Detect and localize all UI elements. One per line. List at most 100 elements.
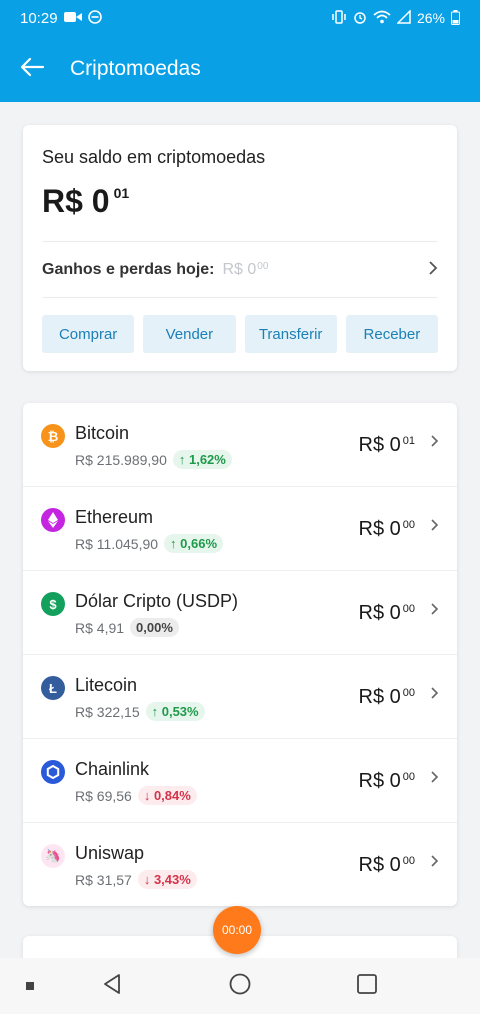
gains-row[interactable]: Ganhos e perdas hoje: R$ 0 00 — [42, 243, 438, 297]
coin-name: Litecoin — [75, 675, 138, 695]
nav-back-button[interactable] — [98, 972, 126, 1000]
status-time: 10:29 — [20, 9, 58, 27]
vibrate-icon — [331, 10, 347, 26]
video-icon — [63, 11, 82, 25]
coin-price: R$ 69,56 — [75, 787, 132, 804]
chevron-right-icon — [430, 852, 439, 873]
list-item-litecoin[interactable]: Ł Litecoin R$ 322,15 ↑ 0,53% R$ 0 00 — [23, 655, 457, 739]
app-bar: Criptomoedas — [0, 36, 480, 102]
square-recents-icon — [356, 973, 378, 1000]
ethereum-icon — [41, 508, 65, 532]
coin-value-cents: 00 — [402, 687, 415, 699]
divider — [42, 241, 438, 242]
nav-menu-button[interactable] — [16, 972, 44, 1000]
coin-value-main: R$ 0 — [358, 770, 401, 792]
back-button[interactable] — [0, 36, 64, 102]
balance-main: R$ 0 — [42, 183, 110, 219]
receive-button[interactable]: Receber — [345, 315, 438, 353]
coin-value-main: R$ 0 — [358, 434, 401, 456]
list-item-bitcoin[interactable]: ₿ Bitcoin R$ 215.989,90 ↑ 1,62% R$ 0 01 — [23, 403, 457, 487]
coin-sub: R$ 31,57 ↓ 3,43% — [75, 870, 197, 889]
coin-sub: R$ 322,15 ↑ 0,53% — [75, 702, 205, 721]
change-badge: ↓ 3,43% — [137, 870, 197, 889]
change-badge: ↓ 0,84% — [137, 786, 197, 805]
chainlink-icon — [41, 760, 65, 784]
uniswap-icon: 🦄 — [41, 844, 65, 868]
list-item-usdp[interactable]: $ Dólar Cripto (USDP) R$ 4,91 0,00% R$ 0… — [23, 571, 457, 655]
balance-card: Seu saldo em criptomoedas R$ 0 01 Ganhos… — [23, 125, 457, 371]
bitcoin-icon: ₿ — [41, 424, 65, 448]
dollar-icon: $ — [41, 592, 65, 616]
chevron-right-icon — [430, 432, 439, 453]
coin-value: R$ 0 00 — [359, 770, 416, 793]
coin-price: R$ 215.989,90 — [75, 451, 167, 468]
coin-sub: R$ 11.045,90 ↑ 0,66% — [75, 534, 224, 553]
coin-price: R$ 31,57 — [75, 871, 132, 888]
coin-sub: R$ 69,56 ↓ 0,84% — [75, 786, 197, 805]
coin-value: R$ 0 00 — [359, 602, 416, 625]
gains-cents: 00 — [257, 261, 269, 272]
coin-value-main: R$ 0 — [358, 518, 401, 540]
coin-name: Uniswap — [75, 843, 145, 863]
triangle-back-icon — [101, 973, 123, 1000]
coin-value: R$ 0 00 — [359, 854, 416, 877]
change-badge: ↑ 0,66% — [164, 534, 224, 553]
chevron-right-icon — [428, 259, 438, 282]
list-item-uniswap[interactable]: 🦄 Uniswap R$ 31,57 ↓ 3,43% R$ 0 00 — [23, 823, 457, 907]
coin-value: R$ 0 00 — [359, 686, 416, 709]
coin-price: R$ 322,15 — [75, 703, 140, 720]
list-item-chainlink[interactable]: Chainlink R$ 69,56 ↓ 0,84% R$ 0 00 — [23, 739, 457, 823]
page-title: Criptomoedas — [70, 57, 201, 80]
coin-name: Chainlink — [75, 759, 150, 779]
chevron-right-icon — [430, 516, 439, 537]
change-badge: 0,00% — [130, 618, 179, 637]
action-buttons: Comprar Vender Transferir Receber — [42, 315, 438, 353]
status-bar: 10:29 26% — [0, 0, 480, 36]
litecoin-icon: Ł — [41, 676, 65, 700]
system-nav-bar — [0, 958, 480, 1014]
circle-home-icon — [229, 973, 251, 1000]
alarm-icon — [353, 10, 367, 26]
coin-value-cents: 00 — [402, 603, 415, 615]
chevron-right-icon — [430, 600, 439, 621]
signal-icon — [396, 9, 411, 26]
change-badge: ↑ 1,62% — [172, 450, 232, 469]
battery-icon — [451, 9, 460, 27]
chevron-right-icon — [430, 768, 439, 789]
coin-value-cents: 00 — [402, 771, 415, 783]
transfer-button[interactable]: Transferir — [244, 315, 337, 353]
wifi-icon — [373, 10, 391, 26]
coin-value-cents: 00 — [402, 855, 415, 867]
coin-value-main: R$ 0 — [358, 686, 401, 708]
coin-value: R$ 0 01 — [359, 434, 416, 457]
divider — [42, 297, 438, 298]
chevron-right-icon — [430, 684, 439, 705]
nav-recents-button[interactable] — [353, 972, 381, 1000]
gains-value: R$ 0 00 — [222, 261, 268, 279]
coin-value-cents: 00 — [402, 519, 415, 531]
balance-value: R$ 0 01 — [42, 183, 129, 220]
coin-name: Bitcoin — [75, 423, 130, 443]
change-badge: ↑ 0,53% — [145, 702, 205, 721]
screen-recorder-timer[interactable]: 00:00 — [213, 906, 261, 954]
arrow-left-icon — [19, 57, 45, 82]
coin-sub: R$ 4,91 0,00% — [75, 618, 179, 637]
coin-value-cents: 01 — [402, 435, 415, 447]
nav-home-button[interactable] — [226, 972, 254, 1000]
crypto-list: ₿ Bitcoin R$ 215.989,90 ↑ 1,62% R$ 0 01 … — [23, 403, 457, 906]
coin-sub: R$ 215.989,90 ↑ 1,62% — [75, 450, 232, 469]
sell-button[interactable]: Vender — [143, 315, 236, 353]
coin-price: R$ 11.045,90 — [75, 535, 159, 552]
gains-label: Ganhos e perdas hoje: — [42, 261, 215, 278]
coin-name: Dólar Cripto (USDP) — [75, 591, 239, 611]
coin-value-main: R$ 0 — [358, 854, 401, 876]
coin-name: Ethereum — [75, 507, 154, 527]
buy-button[interactable]: Comprar — [42, 315, 135, 353]
coin-price: R$ 4,91 — [75, 619, 125, 636]
balance-cents: 01 — [113, 185, 130, 201]
do-not-disturb-icon — [87, 10, 102, 26]
battery-level: 26% — [416, 10, 445, 26]
list-item-ethereum[interactable]: Ethereum R$ 11.045,90 ↑ 0,66% R$ 0 00 — [23, 487, 457, 571]
coin-value-main: R$ 0 — [358, 602, 401, 624]
balance-title: Seu saldo em criptomoedas — [42, 147, 266, 167]
